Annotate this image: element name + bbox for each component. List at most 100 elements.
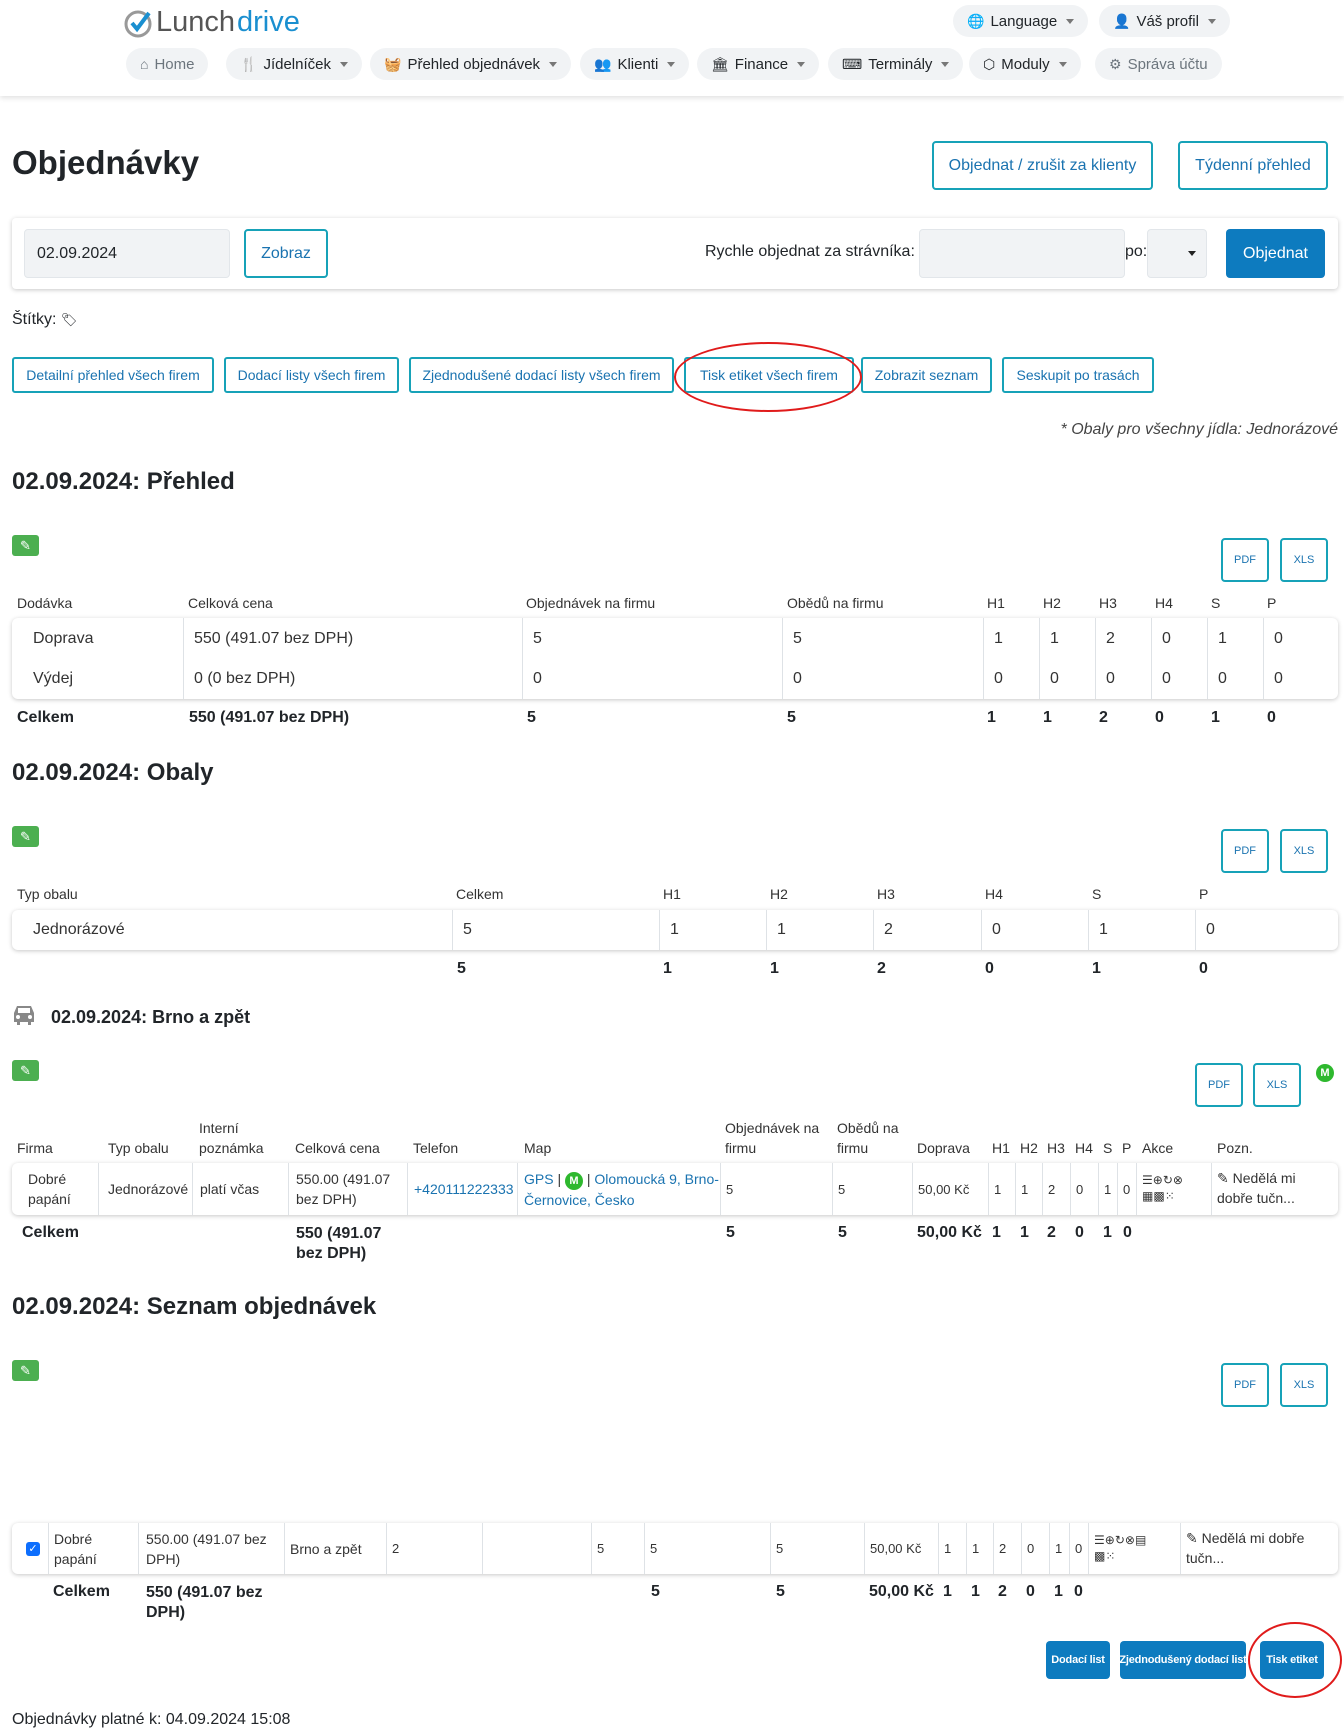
gps-link[interactable]: GPS [524,1171,554,1187]
total-cell: 1 [663,960,672,977]
table-row: Doprava 550 (491.07 bez DPH) 5 5 1 1 2 0… [12,618,1338,659]
po-select[interactable] [1147,229,1207,278]
brand-name-part1: Lunch [156,6,236,38]
table-cell: 0 [1106,670,1115,687]
nav-finance[interactable]: 🏛 Finance [697,48,820,80]
nav-clients[interactable]: 👥 Klienti [580,48,690,80]
caret-down-icon [1066,18,1075,24]
table-cell: 5 [650,1541,658,1556]
simplified-delivery-notes-all-button[interactable]: Zjednodušené dodací listy všech firem [409,357,674,393]
list-icon[interactable]: ☰ [1094,1533,1105,1547]
refresh-icon[interactable]: ↻ [1115,1533,1125,1547]
total-cell: 5 [838,1224,847,1241]
po-label: po: [1125,243,1148,260]
total-cell: 1 [971,1583,980,1600]
overview-title: 02.09.2024: Přehled [12,468,235,495]
list-icon[interactable]: ☰ [1142,1173,1153,1187]
map-marker-icon[interactable]: M [1316,1064,1334,1082]
delivery-note-button[interactable]: Dodací list [1046,1641,1110,1679]
home-icon: ⌂ [140,56,149,72]
bank-icon: 🏛 [711,55,729,72]
pdf-button[interactable]: PDF [1221,1363,1269,1407]
quick-order-label: Rychle objednat za strávníka: [705,243,915,260]
pdf-button[interactable]: PDF [1195,1063,1243,1107]
table-cell: 0 [992,921,1001,938]
col-header: H2 [770,886,788,902]
order-cancel-for-clients-button[interactable]: Objednat / zrušit za klienty [932,141,1153,190]
separator: | [557,1171,562,1187]
nav-menu[interactable]: 🍴 Jídelníček [226,48,362,80]
edit-note-icon[interactable]: ✎ [1186,1530,1198,1546]
detail-all-firms-button[interactable]: Detailní přehled všech firem [12,357,214,393]
nav-terminals[interactable]: ⌨ Terminály [828,48,964,80]
car-icon [14,1006,34,1025]
xls-button[interactable]: XLS [1280,538,1328,582]
edit-pencil-icon[interactable]: ✎ [12,535,39,556]
profile-label: Váš profil [1136,12,1199,30]
address-link[interactable]: Olomoucká 9, Brno-Černovice, Česko [524,1171,719,1208]
edit-note-icon[interactable]: ✎ [1217,1170,1229,1186]
diner-input[interactable] [919,229,1125,278]
table-cell: 1 [994,629,1003,647]
date-input[interactable]: 02.09.2024 [24,229,230,278]
total-cell: 5 [527,709,536,726]
table-cell: 1 [777,921,786,938]
packaging-table-row: Jednorázové 5 1 1 2 0 1 0 [12,910,1338,950]
xls-button[interactable]: XLS [1253,1063,1301,1107]
dots-grid-icon[interactable]: ⁙ [1105,1549,1115,1563]
phone-link[interactable]: +420111222333 [414,1163,514,1215]
delivery-notes-all-button[interactable]: Dodací listy všech firem [224,357,399,393]
table-cell: 1 [1050,629,1059,647]
logo-check-icon [124,10,152,37]
refresh-icon[interactable]: ↻ [1163,1173,1173,1187]
edit-pencil-icon[interactable]: ✎ [12,1060,39,1081]
simplified-delivery-note-button[interactable]: Zjednodušený dodací list [1119,1641,1247,1679]
edit-pencil-icon[interactable]: ✎ [12,1360,39,1381]
cubes-icon: ⬡ [983,55,996,72]
nav-orders-overview[interactable]: 🧺 Přehled objednávek [370,48,572,80]
table-cell: 1 [994,1181,1002,1197]
tag-icon[interactable]: 🏷 [61,312,78,327]
plus-circle-icon[interactable]: ⊕ [1153,1173,1163,1187]
show-button[interactable]: Zobraz [244,229,328,278]
order-button[interactable]: Objednat [1226,229,1325,278]
language-dropdown[interactable]: 🌐 Language [953,5,1089,37]
weekly-overview-button[interactable]: Týdenní přehled [1178,141,1328,190]
orders-list-title: 02.09.2024: Seznam objednávek [12,1293,377,1320]
table-cell: 0 [994,670,1003,687]
nav-home[interactable]: ⌂ Home [126,48,209,80]
total-cell: 2 [1047,1224,1056,1241]
dots-grid-icon[interactable]: ⁙ [1165,1189,1175,1203]
brand-logo[interactable]: Lunch drive [124,6,300,39]
plus-circle-icon[interactable]: ⊕ [1105,1533,1115,1547]
remove-circle-icon[interactable]: ⊗ [1173,1173,1183,1187]
total-cell: 0 [1026,1583,1035,1600]
total-cell: 0 [1075,1224,1084,1241]
show-list-button[interactable]: Zobrazit seznam [861,357,992,393]
pdf-button[interactable]: PDF [1221,829,1269,873]
grid-icon[interactable]: ▩ [1153,1189,1164,1203]
nav-account-settings[interactable]: ⚙ Správa účtu [1095,48,1222,80]
table-cell: 1 [1104,1181,1112,1197]
group-by-routes-button[interactable]: Seskupit po trasách [1002,357,1154,393]
total-cell: 2 [1099,709,1108,726]
table-cell: 0 [1123,1181,1131,1197]
xls-button[interactable]: XLS [1280,1363,1328,1407]
total-cell: 1 [992,1224,1001,1241]
col-header: H2 [1020,1140,1038,1156]
table-cell: 0 [1162,629,1171,647]
grid-icon[interactable]: ▩ [1094,1549,1105,1563]
brand-name-part2: drive [237,6,300,38]
remove-circle-icon[interactable]: ⊗ [1125,1533,1135,1547]
xls-button[interactable]: XLS [1280,829,1328,873]
col-header: Obědů na firmu [787,595,884,611]
table-icon[interactable]: ▦ [1142,1189,1153,1203]
map-marker-icon[interactable]: M [565,1172,583,1190]
pdf-button[interactable]: PDF [1221,538,1269,582]
profile-dropdown[interactable]: 👤 Váš profil [1099,5,1230,37]
filter-card: 02.09.2024 Zobraz Rychle objednat za str… [12,218,1338,289]
row-checkbox[interactable]: ✓ [26,1523,40,1574]
table-icon[interactable]: ▤ [1135,1533,1146,1547]
edit-pencil-icon[interactable]: ✎ [12,826,39,847]
nav-modules[interactable]: ⬡ Moduly [969,48,1081,80]
